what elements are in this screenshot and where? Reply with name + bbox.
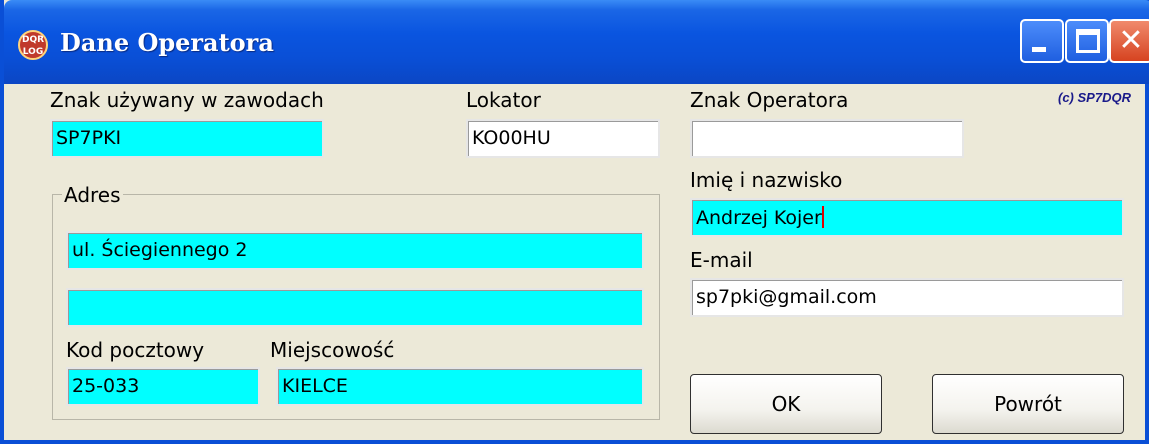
minimize-icon bbox=[1032, 47, 1046, 52]
title-bar[interactable]: DQR LOG Dane Operatora ✕ bbox=[4, 0, 1149, 84]
text-caret bbox=[821, 206, 824, 228]
app-logo-icon[interactable]: DQR LOG bbox=[18, 30, 48, 60]
email-label: E-mail bbox=[690, 248, 753, 272]
dialog-window: DQR LOG Dane Operatora ✕ (c) SP7DQR Znak… bbox=[0, 0, 1149, 444]
locator-field[interactable]: KO00HU bbox=[466, 119, 660, 158]
operator-call-field[interactable] bbox=[690, 119, 964, 158]
back-button[interactable]: Powrót bbox=[932, 374, 1124, 434]
maximize-button[interactable] bbox=[1065, 19, 1109, 63]
window-title: Dane Operatora bbox=[60, 28, 274, 57]
name-field[interactable]: Andrzej Kojer bbox=[690, 198, 1124, 237]
locator-label: Lokator bbox=[466, 88, 541, 112]
email-field[interactable]: sp7pki@gmail.com bbox=[690, 278, 1124, 317]
name-field-value: Andrzej Kojer bbox=[696, 207, 822, 229]
contest-call-label: Znak używany w zawodach bbox=[50, 88, 324, 112]
address-line1-field[interactable]: ul. Ściegiennego 2 bbox=[66, 231, 644, 270]
city-label: Miejscowość bbox=[270, 338, 395, 362]
copyright-label: (c) SP7DQR bbox=[1058, 90, 1131, 105]
close-button[interactable]: ✕ bbox=[1109, 19, 1149, 63]
maximize-icon bbox=[1076, 29, 1100, 53]
postal-code-label: Kod pocztowy bbox=[66, 338, 205, 362]
close-icon: ✕ bbox=[1118, 23, 1144, 58]
city-field[interactable]: KIELCE bbox=[276, 367, 644, 406]
minimize-button[interactable] bbox=[1020, 19, 1064, 63]
postal-code-field[interactable]: 25-033 bbox=[66, 367, 260, 406]
operator-call-label: Znak Operatora bbox=[690, 88, 849, 112]
name-label: Imię i nazwisko bbox=[690, 168, 843, 192]
address-line2-field[interactable] bbox=[66, 288, 644, 327]
contest-call-field[interactable]: SP7PKI bbox=[50, 119, 324, 158]
ok-button[interactable]: OK bbox=[690, 374, 882, 434]
address-group-label: Adres bbox=[62, 183, 123, 207]
